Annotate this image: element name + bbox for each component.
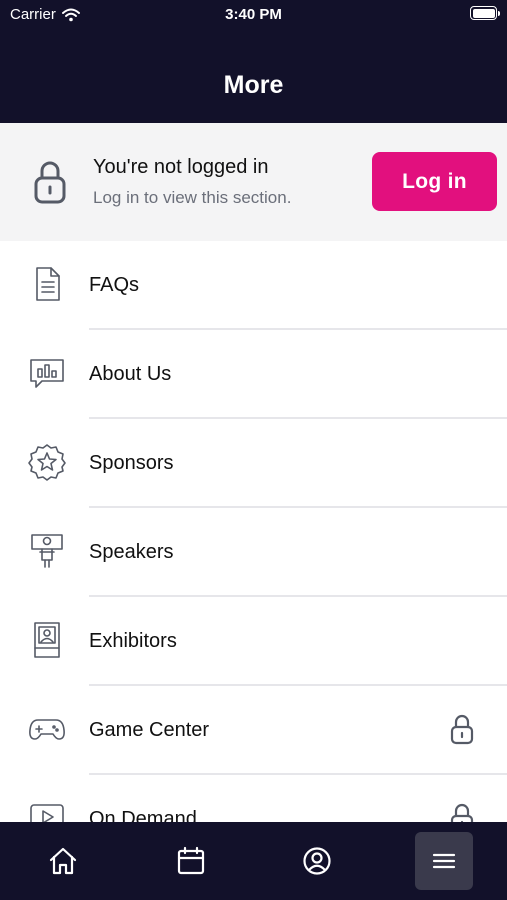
menu-item-on-demand[interactable]: On Demand: [0, 775, 507, 822]
menu-item-exhibitors[interactable]: Exhibitors: [0, 597, 507, 686]
menu-item-game-center[interactable]: Game Center: [0, 686, 507, 775]
battery-icon: [470, 6, 500, 20]
menu-item-about-us[interactable]: About Us: [0, 330, 507, 419]
status-time: 3:40 PM: [225, 6, 282, 23]
menu-item-label: Exhibitors: [89, 630, 177, 652]
gamepad-icon: [29, 719, 65, 740]
menu-item-sponsors[interactable]: Sponsors: [0, 419, 507, 508]
chat-chart-icon: [30, 359, 64, 388]
tab-profile[interactable]: [288, 832, 346, 890]
tab-bar: [0, 822, 507, 900]
tab-home[interactable]: [34, 832, 92, 890]
calendar-icon: [177, 846, 205, 875]
menu-item-label: On Demand: [89, 808, 197, 822]
menu-item-label: Sponsors: [89, 452, 174, 474]
menu-item-label: Speakers: [89, 541, 174, 563]
login-title: You're not logged in: [93, 156, 269, 178]
document-icon: [36, 267, 60, 301]
home-icon: [49, 847, 77, 875]
lock-icon: [34, 161, 66, 204]
menu-item-faqs[interactable]: FAQs: [0, 241, 507, 330]
login-button[interactable]: Log in: [372, 152, 497, 211]
exhibitor-booth-icon: [34, 622, 60, 658]
more-menu-list: FAQs About Us Sponsors Speakers Exhibito…: [0, 241, 507, 822]
header: Carrier 3:40 PM More: [0, 0, 507, 123]
star-badge-icon: [28, 444, 66, 481]
menu-icon: [432, 853, 456, 869]
menu-item-label: About Us: [89, 363, 172, 385]
menu-item-speakers[interactable]: Speakers: [0, 508, 507, 597]
play-icon: [30, 804, 64, 822]
login-subtitle: Log in to view this section.: [93, 188, 292, 207]
speaker-podium-icon: [31, 534, 63, 568]
status-bar: Carrier 3:40 PM: [0, 0, 507, 30]
tab-calendar[interactable]: [162, 832, 220, 890]
menu-item-label: Game Center: [89, 719, 210, 741]
profile-icon: [303, 847, 331, 875]
page-title: More: [223, 71, 284, 99]
lock-icon: [450, 714, 474, 745]
lock-icon: [450, 803, 474, 822]
menu-item-label: FAQs: [89, 274, 140, 296]
tab-more[interactable]: [415, 832, 473, 890]
